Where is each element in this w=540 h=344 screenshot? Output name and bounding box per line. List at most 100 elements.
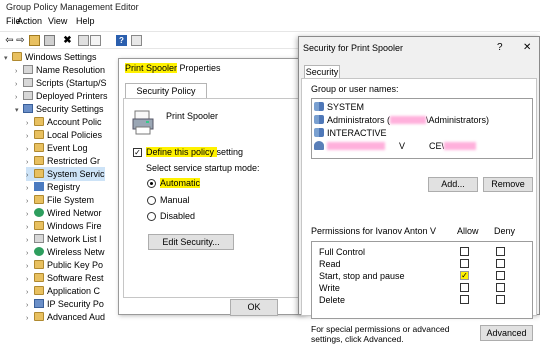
sec-icon: [23, 104, 33, 113]
user-row-system[interactable]: SYSTEM: [314, 101, 364, 113]
group-icon: [314, 128, 324, 137]
forward-icon[interactable]: ⇨: [15, 35, 26, 46]
tree-item[interactable]: › Event Log: [26, 141, 88, 155]
tree-item[interactable]: ▾ Security Settings: [15, 102, 104, 116]
permission-row: Write: [319, 283, 340, 293]
folder-icon: [34, 143, 44, 152]
folder-icon: [34, 195, 44, 204]
back-icon[interactable]: ⇦: [4, 35, 15, 46]
group-icon: [314, 115, 324, 124]
allow-checkbox[interactable]: [460, 283, 469, 292]
title-highlight: Print Spooler: [125, 63, 178, 73]
define-policy-checkbox[interactable]: ✓: [133, 148, 142, 157]
tree-item[interactable]: › Local Policies: [26, 128, 102, 142]
menu-help[interactable]: Help: [76, 16, 95, 26]
deny-checkbox[interactable]: [496, 259, 505, 268]
tab-security[interactable]: Security: [304, 65, 340, 79]
deny-checkbox[interactable]: [496, 295, 505, 304]
tree-item-label: File System: [47, 195, 95, 205]
tree-item[interactable]: › Registry: [26, 180, 80, 194]
folder-icon: [34, 221, 44, 230]
deny-checkbox[interactable]: [496, 283, 505, 292]
tree-item-label: Advanced Aud: [47, 312, 106, 322]
tree-item[interactable]: › IP Security Po: [26, 297, 104, 311]
tree-item[interactable]: › Deployed Printers: [15, 89, 108, 103]
tree-item-label: Security Settings: [36, 104, 104, 114]
tab-security-policy-setting[interactable]: Security Policy Setting: [125, 83, 207, 111]
show-hide-tree-icon[interactable]: [44, 35, 55, 46]
tree-item[interactable]: › File System: [26, 193, 94, 207]
add-button[interactable]: Add...: [428, 177, 478, 192]
remove-button[interactable]: Remove: [483, 177, 533, 192]
folder-icon: [34, 156, 44, 165]
view-icon[interactable]: [131, 35, 142, 46]
tree-item[interactable]: › Account Polic: [26, 115, 102, 129]
user-row-administrators[interactable]: Administrators (\Administrators): [314, 114, 489, 126]
help-button[interactable]: ?: [497, 42, 503, 53]
permission-row: Start, stop and pause: [319, 271, 405, 281]
folder-up-icon[interactable]: [29, 35, 40, 46]
user-icon: [314, 141, 324, 150]
reg-icon: [34, 182, 44, 191]
service-name: Print Spooler: [166, 111, 219, 121]
allow-checkbox[interactable]: [460, 295, 469, 304]
group-label: Group or user names:: [311, 84, 399, 94]
manual-radio[interactable]: [147, 196, 156, 205]
automatic-label: Automatic: [160, 178, 201, 188]
user-row-interactive[interactable]: INTERACTIVE: [314, 127, 387, 139]
deny-checkbox[interactable]: [496, 271, 505, 280]
properties-icon[interactable]: [78, 35, 89, 46]
tree-item[interactable]: › Restricted Gr: [26, 154, 100, 168]
tree-item[interactable]: › Software Rest: [26, 271, 104, 285]
allow-checkbox[interactable]: [460, 259, 469, 268]
security-panel: Group or user names: SYSTEM Administrato…: [301, 78, 537, 344]
tree-item[interactable]: › Name Resolution: [15, 63, 105, 77]
folder-icon: [34, 117, 44, 126]
startup-mode-label: Select service startup mode:: [146, 163, 260, 173]
tree-item[interactable]: › Network List I: [26, 232, 102, 246]
tree-item-label: Windows Settings: [25, 52, 97, 62]
tree-item[interactable]: › Public Key Po: [26, 258, 103, 272]
expand-icon[interactable]: ›: [26, 312, 34, 326]
net-icon: [34, 247, 44, 256]
tree-item[interactable]: › Advanced Aud: [26, 310, 105, 324]
expand-icon[interactable]: ▾: [4, 52, 12, 66]
users-list: SYSTEM Administrators (\Administrators) …: [311, 98, 533, 159]
allow-checkbox[interactable]: ✓: [460, 271, 469, 280]
doc-icon: [23, 65, 33, 74]
close-icon[interactable]: ✕: [523, 42, 531, 53]
expand-icon[interactable]: ▾: [15, 104, 23, 118]
tree-item-label: Account Polic: [47, 117, 102, 127]
tree-item-label: Software Rest: [47, 273, 104, 283]
deny-checkbox[interactable]: [496, 247, 505, 256]
advanced-button[interactable]: Advanced: [480, 325, 533, 341]
menu-view[interactable]: View: [48, 16, 67, 26]
allow-checkbox[interactable]: [460, 247, 469, 256]
export-icon[interactable]: [90, 35, 101, 46]
tree-item[interactable]: › Wired Networ: [26, 206, 102, 220]
permissions-list: Full Control Read Start, stop and pause ✓ Wr…: [311, 241, 533, 319]
tree-item[interactable]: › Application C: [26, 284, 100, 298]
user-row-selected-user[interactable]: V CE\: [314, 140, 477, 152]
tree-item[interactable]: › Scripts (Startup/S: [15, 76, 107, 90]
help-icon[interactable]: ?: [116, 35, 127, 46]
tree-item[interactable]: › System Servic: [26, 167, 105, 181]
tree-item[interactable]: › Wireless Netw: [26, 245, 105, 259]
allow-header: Allow: [457, 226, 479, 236]
tree-item[interactable]: › Windows Fire: [26, 219, 102, 233]
disabled-label: Disabled: [160, 211, 196, 221]
tree-item-label: IP Security Po: [47, 299, 104, 309]
edit-security-button[interactable]: Edit Security...: [148, 234, 234, 250]
ok-button[interactable]: OK: [230, 299, 278, 316]
security-dialog: Security for Print Spooler ? ✕ Security …: [298, 36, 540, 344]
title-rest: Properties: [177, 63, 221, 73]
permission-row: Read: [319, 259, 341, 269]
automatic-radio[interactable]: [147, 179, 156, 188]
disabled-radio[interactable]: [147, 212, 156, 221]
net-icon: [34, 208, 44, 217]
menu-action[interactable]: Action: [17, 16, 42, 26]
permission-row: Full Control: [319, 247, 366, 257]
delete-icon[interactable]: ✖: [62, 35, 73, 46]
folder-icon: [34, 273, 44, 282]
tree-item[interactable]: ▾ Windows Settings: [4, 50, 97, 64]
